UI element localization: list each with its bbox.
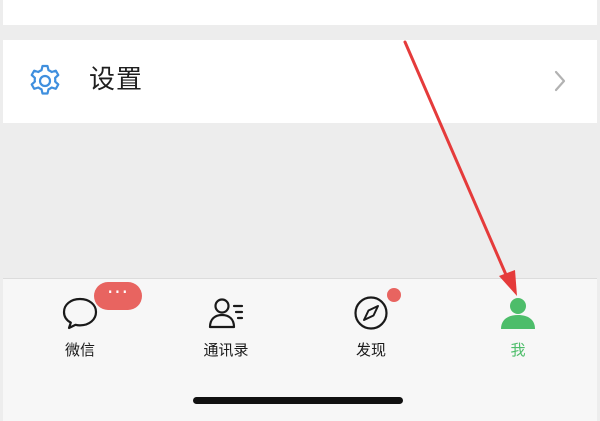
tab-label-contacts: 通讯录 <box>203 341 249 359</box>
tab-label-me: 我 <box>510 341 526 359</box>
settings-row[interactable]: 设置 <box>3 40 597 123</box>
unread-badge: ··· <box>94 282 142 310</box>
person-icon <box>501 298 535 329</box>
tab-me[interactable]: 我 <box>458 279 578 369</box>
home-indicator <box>193 397 403 404</box>
previous-list-row <box>3 0 597 25</box>
tab-discover[interactable]: 发现 <box>311 279 431 369</box>
gear-icon <box>30 64 60 95</box>
contacts-icon <box>208 298 244 329</box>
tab-contacts[interactable]: 通讯录 <box>166 279 286 369</box>
empty-background <box>3 123 597 278</box>
compass-icon <box>354 296 388 330</box>
settings-label: 设置 <box>89 65 144 95</box>
tab-label-discover: 发现 <box>355 341 386 359</box>
notification-dot <box>387 288 401 302</box>
chevron-right-icon <box>554 70 566 92</box>
chat-bubble-icon <box>62 297 98 330</box>
tab-label-wechat: 微信 <box>64 341 95 359</box>
